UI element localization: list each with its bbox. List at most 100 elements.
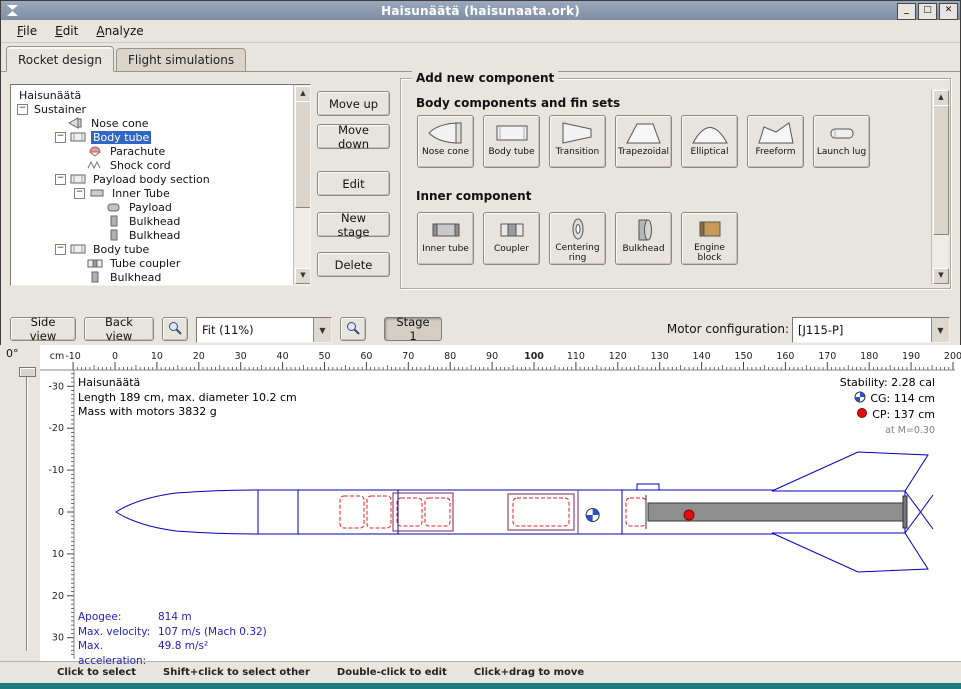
engineblock-icon xyxy=(690,216,730,242)
tree-expander-icon[interactable]: − xyxy=(55,132,66,143)
rotation-slider-track[interactable] xyxy=(26,369,28,651)
tree-expander-icon[interactable]: − xyxy=(55,244,66,255)
motor-configuration-combo[interactable]: [J115-P] ▼ xyxy=(792,317,950,343)
tree-expander-icon[interactable]: − xyxy=(55,174,66,185)
tree-action-buttons: Move up Move down Edit New stage Delete xyxy=(317,84,391,286)
svg-text:30: 30 xyxy=(235,351,247,362)
svg-text:90: 90 xyxy=(486,351,498,362)
component-tree[interactable]: Haisunäätä−SustainerNose cone−Body tubeP… xyxy=(11,85,294,285)
zoom-level-combo[interactable]: Fit (11%) ▼ xyxy=(196,317,332,343)
tree-item-label: Parachute xyxy=(108,145,167,158)
add-trapezoidal-button[interactable]: Trapezoidal xyxy=(615,115,672,168)
tree-item-label: Body tube xyxy=(91,131,151,144)
tree-item-nose-cone[interactable]: Nose cone xyxy=(11,116,294,130)
window-resize-edge[interactable] xyxy=(0,683,961,689)
flight-stat-value: 107 m/s (Mach 0.32) xyxy=(158,625,267,640)
add-launch-lug-button[interactable]: Launch lug xyxy=(813,115,870,168)
tree-item-label: Bulkhead xyxy=(108,271,163,284)
rocket-mass: Mass with motors 3832 g xyxy=(78,405,297,420)
status-hint: Shift+click to select other xyxy=(163,667,310,678)
zoom-fit-button[interactable] xyxy=(340,317,366,341)
add-nose-cone-button[interactable]: Nose cone xyxy=(417,115,474,168)
scroll-down-icon[interactable]: ▼ xyxy=(295,268,311,284)
tree-item-body-tube[interactable]: −Body tube xyxy=(11,242,294,256)
add-coupler-button[interactable]: Coupler xyxy=(483,212,540,265)
tree-item-bulkhead[interactable]: Bulkhead xyxy=(11,228,294,242)
rocket-info: Haisunäätä Length 189 cm, max. diameter … xyxy=(78,376,297,420)
tree-item-bulkhead[interactable]: Bulkhead xyxy=(11,270,294,284)
add-transition-button[interactable]: Transition xyxy=(549,115,606,168)
side-view-button[interactable]: Side view xyxy=(10,317,76,341)
add-engine-block-button[interactable]: Engine block xyxy=(681,212,738,265)
add-freeform-button[interactable]: Freeform xyxy=(747,115,804,168)
palette-scrollbar-thumb[interactable] xyxy=(933,105,949,235)
inner-component-label: Inner component xyxy=(416,189,531,203)
close-button[interactable]: ✕ xyxy=(939,3,958,20)
move-up-button[interactable]: Move up xyxy=(317,91,390,116)
tree-item-sustainer[interactable]: −Sustainer xyxy=(11,102,294,116)
maximize-button[interactable]: □ xyxy=(918,3,937,20)
bodytube-icon xyxy=(492,119,532,146)
group-title: Add new component xyxy=(412,71,558,85)
minimize-button[interactable]: _ xyxy=(897,3,916,20)
svg-text:20: 20 xyxy=(193,351,205,362)
tree-item-bulkhead[interactable]: Bulkhead xyxy=(11,214,294,228)
tree-item-haisun-t-[interactable]: Haisunäätä xyxy=(11,88,294,102)
chevron-down-icon[interactable]: ▼ xyxy=(931,318,949,342)
chevron-down-icon[interactable]: ▼ xyxy=(313,318,331,342)
svg-text:0: 0 xyxy=(58,507,64,518)
app-window: Haisunäätä (haisunaata.ork) _ □ ✕ FileEd… xyxy=(0,0,961,689)
menu-file[interactable]: File xyxy=(9,22,45,40)
back-view-button[interactable]: Back view xyxy=(84,317,154,341)
svg-text:cm: cm xyxy=(50,351,64,362)
new-stage-button[interactable]: New stage xyxy=(317,212,390,237)
tree-item-payload-body-section[interactable]: −Payload body section xyxy=(11,172,294,186)
cp-value: CP: 137 cm xyxy=(872,408,935,423)
bulkhead-icon xyxy=(624,216,664,243)
zoom-in-button[interactable] xyxy=(162,317,188,341)
svg-text:180: 180 xyxy=(860,351,878,362)
delete-button[interactable]: Delete xyxy=(317,252,390,277)
tree-item-label: Sustainer xyxy=(32,103,88,116)
title-bar[interactable]: Haisunäätä (haisunaata.ork) _ □ ✕ xyxy=(1,1,960,20)
tree-scrollbar-thumb[interactable] xyxy=(295,101,311,208)
tree-item-tube-coupler[interactable]: Tube coupler xyxy=(11,256,294,270)
tree-expander-icon[interactable]: − xyxy=(74,188,85,199)
menu-edit[interactable]: Edit xyxy=(47,22,86,40)
tree-scrollbar[interactable]: ▲ ▼ xyxy=(293,85,310,285)
stage-1-toggle[interactable]: Stage 1 xyxy=(384,317,442,341)
svg-text:-10: -10 xyxy=(48,465,64,476)
add-inner-tube-button[interactable]: Inner tube xyxy=(417,212,474,265)
mach-note: at M=0.30 xyxy=(840,424,935,439)
add-centering-ring-button[interactable]: Centering ring xyxy=(549,212,606,265)
tree-item-shock-cord[interactable]: Shock cord xyxy=(11,158,294,172)
tree-item-payload[interactable]: Payload xyxy=(11,200,294,214)
tab-flight-simulations[interactable]: Flight simulations xyxy=(116,48,246,71)
tree-item-parachute[interactable]: Parachute xyxy=(11,144,294,158)
rotation-slider-knob[interactable] xyxy=(19,367,36,377)
tree-item-body-tube[interactable]: − Body tube xyxy=(11,130,294,144)
tree-item-label: Shock cord xyxy=(108,159,173,172)
magnifier-icon xyxy=(167,320,183,339)
tab-rocket-design[interactable]: Rocket design xyxy=(6,46,114,72)
tree-expander-icon[interactable]: − xyxy=(17,104,28,115)
centering-icon xyxy=(558,216,598,242)
bulkhead-icon xyxy=(87,271,105,283)
scroll-down-icon[interactable]: ▼ xyxy=(933,268,949,284)
edit-button[interactable]: Edit xyxy=(317,171,390,196)
menu-bar: FileEditAnalyze xyxy=(1,20,960,43)
add-body-tube-button[interactable]: Body tube xyxy=(483,115,540,168)
magnifier-icon xyxy=(345,320,361,339)
add-elliptical-button[interactable]: Elliptical xyxy=(681,115,738,168)
nosecone-icon xyxy=(68,117,86,129)
add-bulkhead-button[interactable]: Bulkhead xyxy=(615,212,672,265)
status-hint: Double-click to edit xyxy=(337,667,447,678)
move-down-button[interactable]: Move down xyxy=(317,124,390,149)
palette-scrollbar[interactable]: ▲ ▼ xyxy=(931,89,948,285)
menu-analyze[interactable]: Analyze xyxy=(88,22,151,40)
bodytube-icon xyxy=(70,173,88,185)
tree-item-inner-tube[interactable]: −Inner Tube xyxy=(11,186,294,200)
scroll-up-icon[interactable]: ▲ xyxy=(933,90,949,106)
scroll-up-icon[interactable]: ▲ xyxy=(295,86,311,102)
rocket-length: Length 189 cm, max. diameter 10.2 cm xyxy=(78,391,297,406)
